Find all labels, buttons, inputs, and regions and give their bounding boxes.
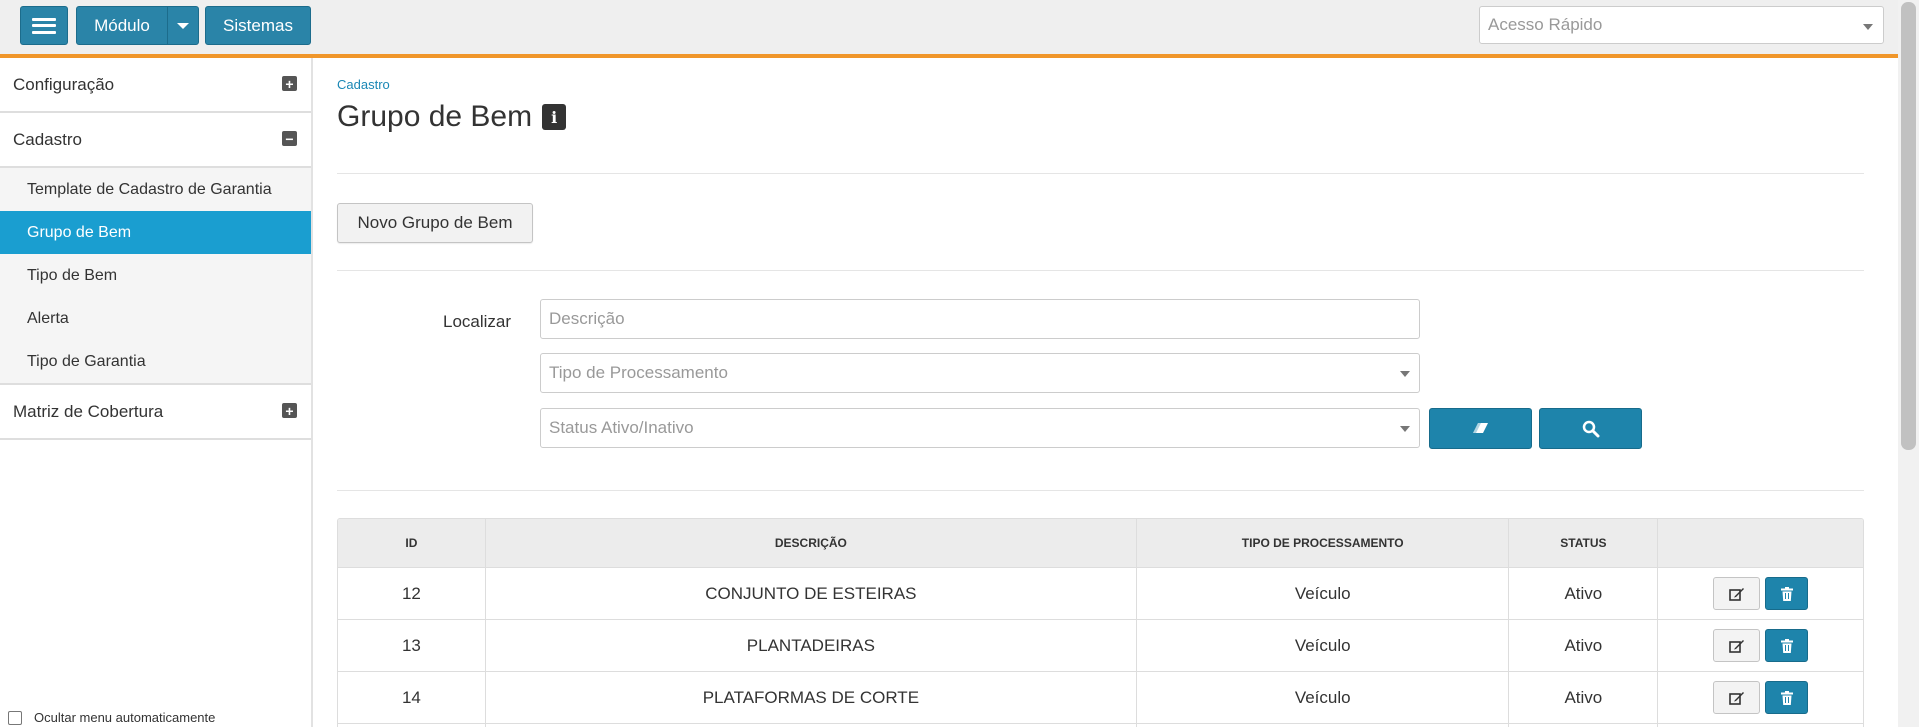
- search-button[interactable]: [1539, 408, 1642, 449]
- search-icon: [1582, 420, 1599, 437]
- cell-descricao: CONJUNTO DE ESTEIRAS: [486, 568, 1137, 619]
- table-row: 13 PLANTADEIRAS Veículo Ativo: [338, 620, 1863, 672]
- edit-button[interactable]: [1713, 681, 1761, 714]
- tipo-processamento-placeholder: Tipo de Processamento: [549, 363, 728, 382]
- cell-status: Ativo: [1509, 672, 1659, 723]
- results-table: ID DESCRIÇÃO TIPO DE PROCESSAMENTO STATU…: [337, 518, 1864, 727]
- top-navbar: Módulo Sistemas Acesso Rápido: [0, 0, 1898, 58]
- chevron-down-icon: [1400, 371, 1410, 377]
- descricao-placeholder: Descrição: [549, 309, 625, 328]
- acesso-rapido-select[interactable]: Acesso Rápido: [1479, 6, 1884, 44]
- clear-filters-button[interactable]: [1429, 408, 1532, 449]
- chevron-down-icon: [1863, 24, 1873, 30]
- trash-icon: [1780, 690, 1793, 705]
- table-header: ID DESCRIÇÃO TIPO DE PROCESSAMENTO STATU…: [338, 519, 1863, 568]
- cell-descricao: PLANTADEIRAS: [486, 620, 1137, 671]
- cell-id: 12: [338, 568, 486, 619]
- edit-button[interactable]: [1713, 629, 1761, 662]
- delete-button[interactable]: [1765, 681, 1809, 714]
- trash-icon: [1780, 638, 1793, 653]
- cell-descricao: PLATAFORMAS DE CORTE: [486, 672, 1137, 723]
- column-header-status[interactable]: STATUS: [1509, 519, 1659, 567]
- collapse-icon[interactable]: −: [282, 131, 297, 146]
- cell-tipo: Veículo: [1137, 568, 1510, 619]
- menu-toggle-button[interactable]: [20, 6, 68, 45]
- sidebar-group-label: Matriz de Cobertura: [13, 401, 164, 421]
- eraser-icon: [1472, 422, 1488, 433]
- main-content: Cadastro Grupo de Bem i Novo Grupo de Be…: [337, 58, 1864, 727]
- edit-icon: [1728, 587, 1744, 601]
- info-icon[interactable]: i: [542, 104, 567, 130]
- sidebar-item-template-cadastro-garantia[interactable]: Template de Cadastro de Garantia: [0, 168, 311, 211]
- edit-icon: [1728, 639, 1744, 653]
- status-placeholder: Status Ativo/Inativo: [549, 418, 694, 437]
- sidebar-group-matriz-cobertura[interactable]: Matriz de Cobertura +: [0, 385, 311, 440]
- sidebar-item-tipo-de-garantia[interactable]: Tipo de Garantia: [0, 340, 311, 383]
- page-scrollbar[interactable]: [1898, 0, 1919, 727]
- sidebar-item-tipo-de-bem[interactable]: Tipo de Bem: [0, 254, 311, 297]
- cell-id: 13: [338, 620, 486, 671]
- edit-button[interactable]: [1713, 577, 1761, 610]
- page-title: Grupo de Bem: [337, 100, 533, 133]
- breadcrumb[interactable]: Cadastro: [337, 77, 390, 92]
- cell-status: Ativo: [1509, 620, 1659, 671]
- edit-icon: [1728, 691, 1744, 705]
- column-header-tipo[interactable]: TIPO DE PROCESSAMENTO: [1137, 519, 1510, 567]
- sidebar: Configuração + Cadastro − Template de Ca…: [0, 58, 313, 727]
- cell-actions: [1658, 672, 1863, 723]
- table-row: 14 PLATAFORMAS DE CORTE Veículo Ativo: [338, 672, 1863, 724]
- auto-hide-toggle[interactable]: Ocultar menu automaticamente: [8, 710, 215, 725]
- hamburger-icon: [32, 17, 56, 34]
- modulo-dropdown-button[interactable]: [167, 6, 199, 45]
- search-label: Localizar: [443, 312, 512, 331]
- divider: [337, 490, 1864, 491]
- cadastro-submenu: Template de Cadastro de Garantia Grupo d…: [0, 168, 311, 385]
- cell-status: Ativo: [1509, 568, 1659, 619]
- tipo-processamento-select[interactable]: Tipo de Processamento: [540, 353, 1420, 393]
- auto-hide-checkbox[interactable]: [8, 710, 22, 725]
- descricao-input[interactable]: Descrição: [540, 299, 1420, 339]
- sidebar-group-label: Cadastro: [13, 129, 82, 149]
- sidebar-item-grupo-de-bem[interactable]: Grupo de Bem: [0, 211, 311, 254]
- column-header-id[interactable]: ID: [338, 519, 486, 567]
- column-header-descricao[interactable]: DESCRIÇÃO: [486, 519, 1137, 567]
- auto-hide-label: Ocultar menu automaticamente: [34, 710, 216, 725]
- cell-actions: [1658, 568, 1863, 619]
- status-select[interactable]: Status Ativo/Inativo: [540, 408, 1420, 448]
- divider: [337, 270, 1864, 271]
- sidebar-group-label: Configuração: [13, 74, 115, 94]
- table-row: 12 CONJUNTO DE ESTEIRAS Veículo Ativo: [338, 568, 1863, 620]
- sistemas-button[interactable]: Sistemas: [205, 6, 311, 45]
- expand-icon[interactable]: +: [282, 76, 297, 91]
- sidebar-group-configuracao[interactable]: Configuração +: [0, 58, 311, 113]
- modulo-button[interactable]: Módulo: [76, 6, 168, 45]
- scrollbar-thumb[interactable]: [1901, 2, 1916, 450]
- column-header-actions: [1658, 519, 1863, 567]
- page-title-row: Grupo de Bem i: [337, 100, 567, 134]
- chevron-down-icon: [1400, 426, 1410, 432]
- divider: [337, 173, 1864, 174]
- expand-icon[interactable]: +: [282, 403, 297, 418]
- new-grupo-de-bem-button[interactable]: Novo Grupo de Bem: [337, 203, 533, 243]
- delete-button[interactable]: [1765, 629, 1809, 662]
- chevron-down-icon: [177, 22, 189, 29]
- cell-actions: [1658, 620, 1863, 671]
- cell-id: 14: [338, 672, 486, 723]
- trash-icon: [1780, 586, 1793, 601]
- cell-tipo: Veículo: [1137, 620, 1510, 671]
- acesso-rapido-placeholder: Acesso Rápido: [1488, 15, 1603, 34]
- delete-button[interactable]: [1765, 577, 1809, 610]
- cell-tipo: Veículo: [1137, 672, 1510, 723]
- sidebar-item-alerta[interactable]: Alerta: [0, 297, 311, 340]
- sidebar-group-cadastro[interactable]: Cadastro −: [0, 113, 311, 168]
